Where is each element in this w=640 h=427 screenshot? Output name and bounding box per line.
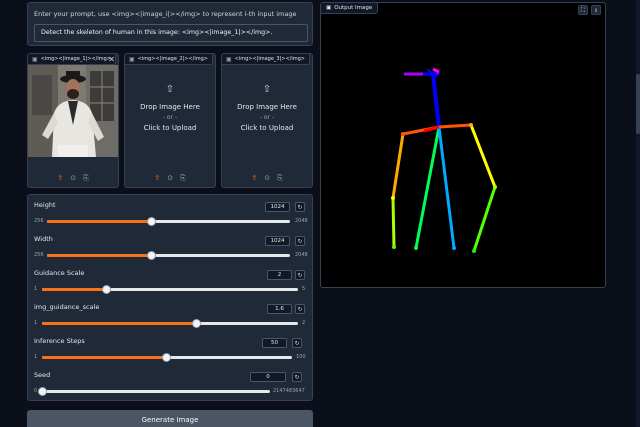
img-guidance-scale-number-input[interactable]: 1.6 — [267, 304, 292, 314]
width-number-input[interactable]: 1024 — [265, 236, 290, 246]
slider-thumb[interactable] — [161, 353, 171, 362]
slider-thumb[interactable] — [191, 319, 201, 328]
output-image-header: ▣ Output Image — [321, 3, 379, 14]
image-input-3-tools: ⇪ ⊙ ⎘ — [222, 174, 312, 183]
image-input-3-dropzone[interactable]: ⇧ Drop Image Here - or - Click to Upload — [222, 84, 312, 132]
prompt-input[interactable]: Detect the skeleton of human in this ima… — [34, 24, 308, 42]
click-upload-text: Click to Upload — [143, 124, 197, 132]
guidance-scale-number-input[interactable]: 2 — [267, 270, 292, 280]
image-input-1-label: <img><|image_1|></img> — [40, 56, 111, 62]
image-icon: ▣ — [226, 55, 232, 63]
slider-label: Seed — [34, 371, 51, 379]
uploaded-photo — [28, 65, 118, 157]
slider-label: Width — [34, 235, 53, 243]
upload-icon: ⇧ — [165, 84, 175, 95]
inference-steps-number-input[interactable]: 50 — [262, 338, 287, 348]
slider-thumb[interactable] — [147, 251, 157, 260]
slider-thumb[interactable] — [102, 285, 111, 294]
reset-icon[interactable]: ↻ — [295, 304, 305, 314]
seed-number-input[interactable]: 0 — [250, 372, 286, 382]
image-input-2-dropzone[interactable]: ⇧ Drop Image Here - or - Click to Upload — [125, 84, 215, 132]
clipboard-icon[interactable]: ⎘ — [180, 174, 186, 183]
image-input-2[interactable]: ▣ <img><|image_2|></img> ⇧ Drop Image He… — [124, 53, 216, 188]
image-input-1-tools: ⇪ ⊙ ⎘ — [28, 174, 118, 183]
slider-thumb[interactable] — [38, 387, 47, 396]
seed-slider-track[interactable] — [38, 387, 270, 396]
or-text: - or - — [259, 114, 275, 121]
slider-label: Inference Steps — [34, 337, 85, 345]
download-icon[interactable]: ⭳ — [591, 5, 601, 15]
reset-icon[interactable]: ↻ — [292, 338, 302, 348]
scrollbar-thumb[interactable] — [636, 74, 640, 134]
height-number-input[interactable]: 1024 — [265, 202, 290, 212]
upload-icon: ⇧ — [262, 84, 272, 95]
uploaded-photo-image — [28, 65, 118, 157]
slider-min: 256 — [34, 218, 44, 224]
parameters-panel: Height 1024 ↻ 256 2048 Width 1024 ↻ 256 … — [27, 194, 313, 401]
image-input-2-header: ▣ <img><|image_2|></img> — [125, 54, 213, 65]
prompt-label: Enter your prompt, use <img><|image_i|><… — [34, 10, 297, 18]
inference-steps-slider-track[interactable] — [42, 353, 292, 362]
generate-image-button[interactable]: Generate Image — [27, 410, 313, 427]
reset-icon[interactable]: ↻ — [295, 202, 305, 212]
image-input-3[interactable]: ▣ <img><|image_3|></img> ⇧ Drop Image He… — [221, 53, 313, 188]
slider-fill — [47, 220, 152, 223]
slider-min: 0 — [34, 388, 38, 394]
webcam-icon[interactable]: ⊙ — [264, 174, 270, 183]
slider-min: 1 — [34, 354, 38, 360]
slider-max: 2147483647 — [273, 388, 305, 394]
reset-icon[interactable]: ↻ — [292, 372, 302, 382]
slider-fill — [42, 288, 106, 291]
slider-label: img_guidance_scale — [34, 303, 100, 311]
height-slider-track[interactable] — [47, 217, 290, 226]
image-input-1-header: ▣ <img><|image_1|></img> — [28, 54, 116, 65]
upload-icon[interactable]: ⇪ — [154, 174, 160, 183]
slider-label: Height — [34, 201, 56, 209]
image-icon: ▣ — [129, 55, 135, 63]
slider-max: 5 — [302, 286, 306, 292]
image-icon: ▣ — [32, 55, 38, 63]
pose-skeleton-image — [391, 67, 497, 253]
fullscreen-icon[interactable]: ⛶ — [578, 5, 588, 15]
slider-max: 2 — [302, 320, 306, 326]
slider-max: 2048 — [295, 252, 308, 258]
or-text: - or - — [162, 114, 178, 121]
clipboard-icon[interactable]: ⎘ — [83, 174, 89, 183]
webcam-icon[interactable]: ⊙ — [70, 174, 76, 183]
img-guidance-scale-slider-track[interactable] — [42, 319, 298, 328]
slider-fill — [42, 356, 166, 359]
image-input-3-label: <img><|image_3|></img> — [234, 56, 305, 62]
width-slider-track[interactable] — [47, 251, 290, 260]
page-scrollbar[interactable] — [636, 0, 640, 427]
prompt-panel: Enter your prompt, use <img><|image_i|><… — [27, 2, 313, 46]
image-input-3-header: ▣ <img><|image_3|></img> — [222, 54, 310, 65]
upload-icon[interactable]: ⇪ — [57, 174, 63, 183]
slider-min: 1 — [34, 320, 38, 326]
drop-text: Drop Image Here — [140, 103, 200, 111]
slider-fill — [42, 322, 196, 325]
close-icon[interactable]: ✕ — [108, 55, 115, 64]
output-image-tools: ⛶ ⭳ — [578, 5, 601, 15]
reset-icon[interactable]: ↻ — [295, 270, 305, 280]
image-icon: ▣ — [326, 5, 332, 11]
slider-fill — [47, 254, 152, 257]
click-upload-text: Click to Upload — [240, 124, 294, 132]
image-input-1[interactable]: ▣ <img><|image_1|></img> ✕ ⇪ ⊙ ⎘ — [27, 53, 119, 188]
upload-icon[interactable]: ⇪ — [251, 174, 257, 183]
output-image-label: Output Image — [334, 5, 373, 11]
clipboard-icon[interactable]: ⎘ — [277, 174, 283, 183]
image-input-2-tools: ⇪ ⊙ ⎘ — [125, 174, 215, 183]
webcam-icon[interactable]: ⊙ — [167, 174, 173, 183]
guidance-scale-slider-track[interactable] — [42, 285, 298, 294]
reset-icon[interactable]: ↻ — [295, 236, 305, 246]
slider-label: Guidance Scale — [34, 269, 85, 277]
slider-min: 1 — [34, 286, 38, 292]
output-image-panel: ▣ Output Image ⛶ ⭳ — [320, 2, 606, 288]
slider-max: 100 — [296, 354, 306, 360]
slider-min: 256 — [34, 252, 44, 258]
slider-thumb[interactable] — [147, 217, 157, 226]
slider-max: 2048 — [295, 218, 308, 224]
image-input-2-label: <img><|image_2|></img> — [137, 56, 208, 62]
drop-text: Drop Image Here — [237, 103, 297, 111]
